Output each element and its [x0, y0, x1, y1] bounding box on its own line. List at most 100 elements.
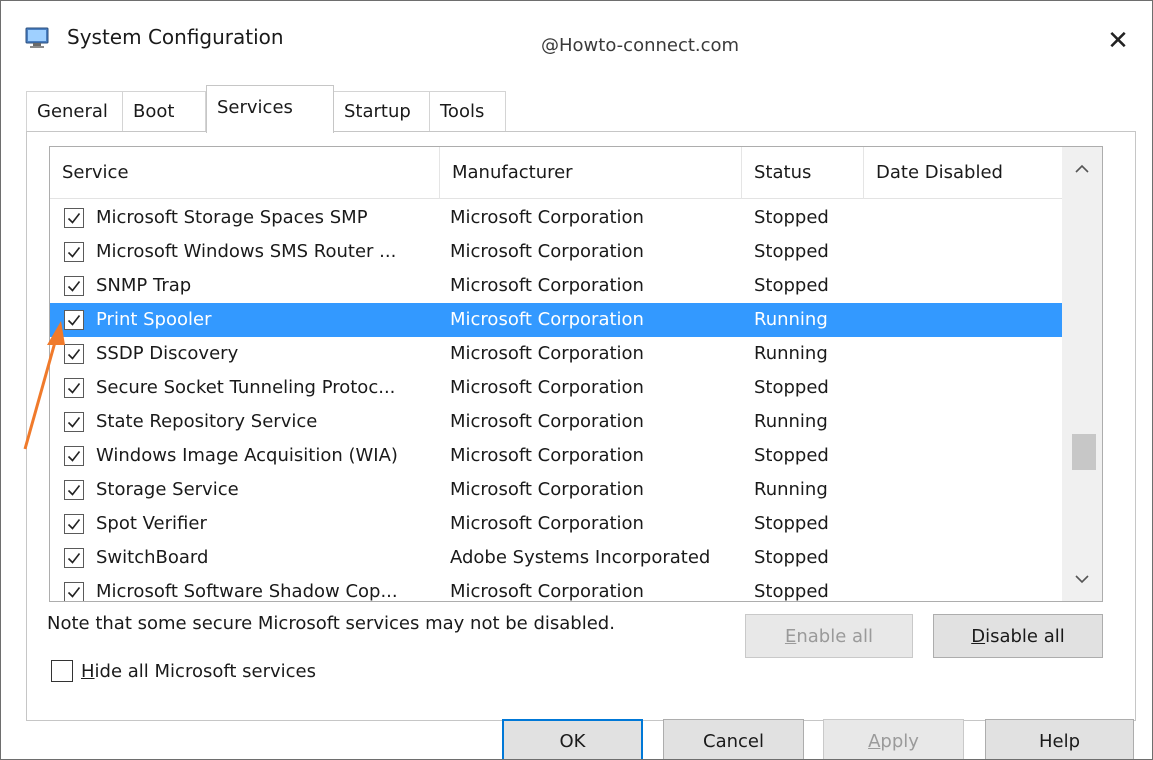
- scroll-thumb[interactable]: [1072, 434, 1096, 470]
- service-row[interactable]: Microsoft Software Shadow Cop... Microsof…: [50, 575, 1064, 602]
- help-button[interactable]: Help: [985, 719, 1134, 759]
- service-checkbox[interactable]: [64, 378, 84, 398]
- service-checkbox[interactable]: [64, 582, 84, 601]
- service-status: Running: [754, 479, 828, 500]
- service-status: Stopped: [754, 581, 829, 602]
- apply-label: pply: [880, 730, 919, 752]
- ok-button[interactable]: OK: [502, 719, 643, 759]
- service-manufacturer: Microsoft Corporation: [450, 309, 644, 330]
- apply-button[interactable]: Apply: [823, 719, 964, 759]
- service-row[interactable]: Windows Image Acquisition (WIA) Microsoft…: [50, 439, 1064, 473]
- chevron-up-icon: [1075, 164, 1089, 173]
- checkmark-icon: [67, 451, 81, 462]
- enable-all-button[interactable]: Enable all: [745, 614, 913, 658]
- tab-startup[interactable]: Startup: [333, 91, 430, 132]
- scroll-up-button[interactable]: [1062, 151, 1102, 187]
- tab-general[interactable]: General: [26, 91, 123, 132]
- service-name: Windows Image Acquisition (WIA): [96, 445, 398, 466]
- window-title: System Configuration: [67, 25, 284, 49]
- service-manufacturer: Microsoft Corporation: [450, 207, 644, 228]
- tab-boot[interactable]: Boot: [122, 91, 206, 132]
- column-header-date-disabled[interactable]: Date Disabled: [864, 147, 1064, 199]
- service-status: Running: [754, 343, 828, 364]
- chevron-down-icon: [1075, 575, 1089, 584]
- checkmark-icon: [67, 519, 81, 530]
- service-row[interactable]: State Repository Service Microsoft Corpor…: [50, 405, 1064, 439]
- service-row[interactable]: SwitchBoard Adobe Systems Incorporated Sto…: [50, 541, 1064, 575]
- service-row[interactable]: Print Spooler Microsoft Corporation Runnin…: [50, 303, 1064, 337]
- service-manufacturer: Adobe Systems Incorporated: [450, 547, 711, 568]
- close-button[interactable]: ✕: [1098, 21, 1138, 61]
- service-checkbox[interactable]: [64, 276, 84, 296]
- service-status: Running: [754, 411, 828, 432]
- service-row[interactable]: SNMP Trap Microsoft Corporation Stopped: [50, 269, 1064, 303]
- service-row[interactable]: Microsoft Storage Spaces SMP Microsoft Co…: [50, 201, 1064, 235]
- tab-strip: General Boot Services Startup Tools: [26, 85, 1126, 133]
- checkmark-icon: [67, 485, 81, 496]
- service-manufacturer: Microsoft Corporation: [450, 377, 644, 398]
- hide-microsoft-services-option[interactable]: Hide all Microsoft services: [51, 655, 316, 687]
- service-checkbox[interactable]: [64, 208, 84, 228]
- service-name: State Repository Service: [96, 411, 318, 432]
- service-row[interactable]: SSDP Discovery Microsoft Corporation Runni…: [50, 337, 1064, 371]
- service-name: Secure Socket Tunneling Protoc...: [96, 377, 396, 398]
- checkmark-icon: [67, 213, 81, 224]
- service-status: Stopped: [754, 241, 829, 262]
- services-list[interactable]: Service Manufacturer Status Date Disable…: [49, 146, 1103, 602]
- hide-ms-label: ide all Microsoft services: [94, 660, 317, 682]
- checkmark-icon: [67, 247, 81, 258]
- service-checkbox[interactable]: [64, 344, 84, 364]
- cancel-button[interactable]: Cancel: [663, 719, 804, 759]
- service-status: Stopped: [754, 377, 829, 398]
- title-bar: System Configuration @Howto-connect.com …: [1, 1, 1152, 83]
- service-manufacturer: Microsoft Corporation: [450, 275, 644, 296]
- disable-all-button[interactable]: Disable all: [933, 614, 1103, 658]
- service-checkbox[interactable]: [64, 446, 84, 466]
- service-checkbox[interactable]: [64, 548, 84, 568]
- tab-services[interactable]: Services: [206, 85, 334, 133]
- column-header-status[interactable]: Status: [742, 147, 864, 199]
- service-name: Microsoft Windows SMS Router ...: [96, 241, 397, 262]
- service-manufacturer: Microsoft Corporation: [450, 343, 644, 364]
- service-name: SNMP Trap: [96, 275, 192, 296]
- system-configuration-window: System Configuration @Howto-connect.com …: [0, 0, 1153, 760]
- services-panel: Service Manufacturer Status Date Disable…: [26, 131, 1136, 721]
- apply-mnemonic: A: [868, 730, 881, 752]
- list-header: Service Manufacturer Status Date Disable…: [50, 147, 1064, 199]
- system-config-icon: [25, 27, 49, 48]
- disable-all-mnemonic: D: [971, 625, 986, 647]
- service-checkbox[interactable]: [64, 514, 84, 534]
- tab-tools[interactable]: Tools: [429, 91, 506, 132]
- checkmark-icon: [67, 383, 81, 394]
- checkmark-icon: [67, 349, 81, 360]
- checkmark-icon: [67, 315, 81, 326]
- service-checkbox[interactable]: [64, 242, 84, 262]
- service-status: Stopped: [754, 547, 829, 568]
- service-row[interactable]: Storage Service Microsoft Corporation Runn…: [50, 473, 1064, 507]
- service-name: Microsoft Storage Spaces SMP: [96, 207, 368, 228]
- hide-microsoft-services-checkbox[interactable]: [51, 660, 73, 682]
- service-manufacturer: Microsoft Corporation: [450, 513, 644, 534]
- service-manufacturer: Microsoft Corporation: [450, 581, 644, 602]
- service-manufacturer: Microsoft Corporation: [450, 445, 644, 466]
- service-status: Stopped: [754, 513, 829, 534]
- service-row[interactable]: Microsoft Windows SMS Router ... Microsof…: [50, 235, 1064, 269]
- close-icon: ✕: [1107, 26, 1129, 56]
- checkmark-icon: [67, 553, 81, 564]
- service-row[interactable]: Spot Verifier Microsoft Corporation Stoppe…: [50, 507, 1064, 541]
- service-row[interactable]: Secure Socket Tunneling Protoc... Microso…: [50, 371, 1064, 405]
- watermark-text: @Howto-connect.com: [541, 35, 740, 56]
- service-status: Stopped: [754, 207, 829, 228]
- checkmark-icon: [67, 417, 81, 428]
- scroll-down-button[interactable]: [1062, 561, 1102, 597]
- service-checkbox[interactable]: [64, 480, 84, 500]
- service-checkbox[interactable]: [64, 412, 84, 432]
- enable-all-mnemonic: E: [784, 625, 797, 647]
- vertical-scrollbar[interactable]: [1062, 147, 1102, 601]
- column-header-manufacturer[interactable]: Manufacturer: [440, 147, 742, 199]
- service-name: SwitchBoard: [96, 547, 209, 568]
- service-name: Storage Service: [96, 479, 239, 500]
- checkmark-icon: [67, 587, 81, 598]
- column-header-service[interactable]: Service: [50, 147, 440, 199]
- service-checkbox[interactable]: [64, 310, 84, 330]
